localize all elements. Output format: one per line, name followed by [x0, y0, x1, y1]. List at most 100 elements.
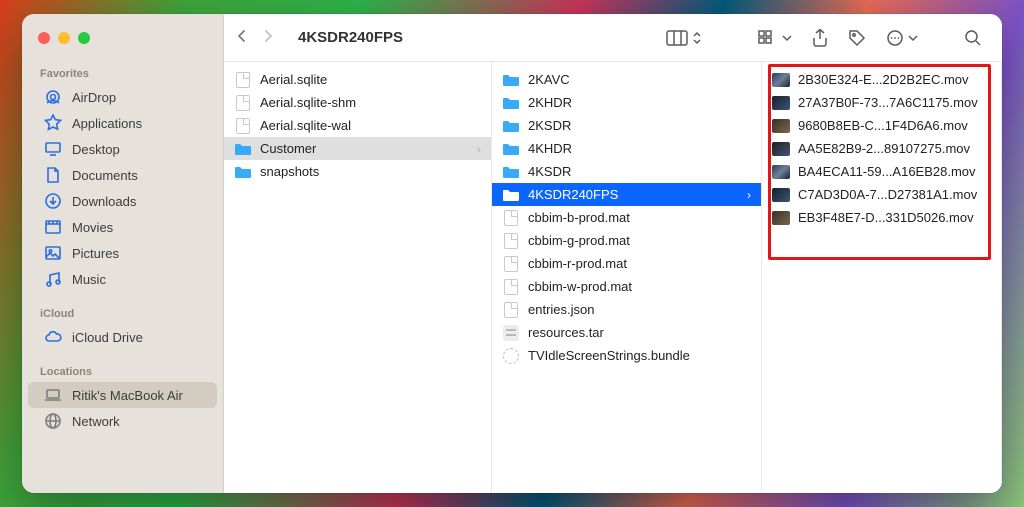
folder-icon: [502, 117, 520, 135]
list-item-label: EB3F48E7-D...331D5026.mov: [798, 210, 974, 225]
column-view: Aerial.sqlite Aerial.sqlite-shm Aerial.sql…: [224, 62, 1002, 493]
list-item[interactable]: Customer ›: [224, 137, 491, 160]
sidebar-section-title: iCloud: [22, 302, 223, 324]
list-item[interactable]: BA4ECA11-59...A16EB28.mov: [762, 160, 1001, 183]
list-item[interactable]: TVIdleScreenStrings.bundle: [492, 344, 761, 367]
video-thumb-icon: [772, 140, 790, 158]
list-item-label: cbbim-r-prod.mat: [528, 256, 627, 271]
main-area: 4KSDR240FPS: [224, 14, 1002, 493]
sidebar-item-movies[interactable]: Movies: [28, 214, 217, 240]
sidebar-section-title: Locations: [22, 360, 223, 382]
list-item[interactable]: EB3F48E7-D...331D5026.mov: [762, 206, 1001, 229]
list-item[interactable]: cbbim-r-prod.mat: [492, 252, 761, 275]
back-button[interactable]: [236, 30, 248, 45]
sidebar-item-desktop[interactable]: Desktop: [28, 136, 217, 162]
list-item-label: Customer: [260, 141, 316, 156]
sidebar-item-network[interactable]: Network: [28, 408, 217, 434]
list-item[interactable]: resources.tar: [492, 321, 761, 344]
list-item[interactable]: Aerial.sqlite-wal: [224, 114, 491, 137]
folder-icon: [502, 186, 520, 204]
sidebar-item-ritik-s-macbook-air[interactable]: Ritik's MacBook Air: [28, 382, 217, 408]
forward-button[interactable]: [262, 30, 274, 45]
file-icon: [502, 209, 520, 227]
list-item[interactable]: C7AD3D0A-7...D27381A1.mov: [762, 183, 1001, 206]
list-item[interactable]: 4KHDR: [492, 137, 761, 160]
sidebar-item-label: iCloud Drive: [72, 330, 143, 345]
list-item-label: cbbim-w-prod.mat: [528, 279, 632, 294]
list-item-label: Aerial.sqlite: [260, 72, 327, 87]
sidebar-item-label: Applications: [72, 116, 142, 131]
list-item[interactable]: 2B30E324-E...2D2B2EC.mov: [762, 68, 1001, 91]
minimize-window-button[interactable]: [58, 32, 70, 44]
action-menu-button[interactable]: [880, 25, 924, 51]
list-item[interactable]: 4KSDR240FPS›: [492, 183, 761, 206]
video-thumb-icon: [772, 209, 790, 227]
close-window-button[interactable]: [38, 32, 50, 44]
sidebar-item-label: Desktop: [72, 142, 120, 157]
tags-button[interactable]: [842, 25, 872, 51]
list-item-label: 2KSDR: [528, 118, 571, 133]
folder-icon: [502, 71, 520, 89]
music-icon: [44, 270, 62, 288]
documents-icon: [44, 166, 62, 184]
video-thumb-icon: [772, 117, 790, 135]
list-item-label: 4KHDR: [528, 141, 572, 156]
sidebar-item-applications[interactable]: Applications: [28, 110, 217, 136]
sidebar-item-label: Music: [72, 272, 106, 287]
list-item[interactable]: 2KAVC: [492, 68, 761, 91]
file-icon: [234, 117, 252, 135]
group-by-button[interactable]: [752, 26, 798, 50]
list-item[interactable]: 27A37B0F-73...7A6C1175.mov: [762, 91, 1001, 114]
file-icon: [502, 255, 520, 273]
list-item-label: Aerial.sqlite-wal: [260, 118, 351, 133]
sidebar-item-icloud-drive[interactable]: iCloud Drive: [28, 324, 217, 350]
folder-icon: [502, 94, 520, 112]
sidebar-item-pictures[interactable]: Pictures: [28, 240, 217, 266]
column-2[interactable]: 2KAVC2KHDR2KSDR4KHDR4KSDR4KSDR240FPS›cbb…: [492, 62, 762, 493]
list-item-label: 27A37B0F-73...7A6C1175.mov: [798, 95, 978, 110]
share-button[interactable]: [806, 25, 834, 51]
column-1[interactable]: Aerial.sqlite Aerial.sqlite-shm Aerial.sql…: [224, 62, 492, 493]
pictures-icon: [44, 244, 62, 262]
bundle-icon: [502, 347, 520, 365]
network-icon: [44, 412, 62, 430]
list-item[interactable]: Aerial.sqlite: [224, 68, 491, 91]
finder-window: FavoritesAirDropApplicationsDesktopDocum…: [22, 14, 1002, 493]
list-item-label: 2KAVC: [528, 72, 570, 87]
list-item[interactable]: 2KHDR: [492, 91, 761, 114]
list-item-label: 4KSDR: [528, 164, 571, 179]
fullscreen-window-button[interactable]: [78, 32, 90, 44]
list-item[interactable]: 9680B8EB-C...1F4D6A6.mov: [762, 114, 1001, 137]
window-title: 4KSDR240FPS: [298, 29, 403, 46]
chevron-right-icon: ›: [477, 142, 481, 156]
list-item-label: cbbim-g-prod.mat: [528, 233, 630, 248]
sidebar-item-downloads[interactable]: Downloads: [28, 188, 217, 214]
column-3[interactable]: 2B30E324-E...2D2B2EC.mov 27A37B0F-73...7A…: [762, 62, 1002, 493]
list-item[interactable]: snapshots: [224, 160, 491, 183]
list-item[interactable]: Aerial.sqlite-shm: [224, 91, 491, 114]
desktop-icon: [44, 140, 62, 158]
list-item[interactable]: AA5E82B9-2...89107275.mov: [762, 137, 1001, 160]
video-thumb-icon: [772, 71, 790, 89]
list-item[interactable]: 4KSDR: [492, 160, 761, 183]
file-icon: [502, 301, 520, 319]
sidebar: FavoritesAirDropApplicationsDesktopDocum…: [22, 14, 224, 493]
list-item[interactable]: 2KSDR: [492, 114, 761, 137]
file-icon: [234, 71, 252, 89]
list-item[interactable]: cbbim-w-prod.mat: [492, 275, 761, 298]
list-item[interactable]: entries.json: [492, 298, 761, 321]
search-button[interactable]: [958, 25, 988, 51]
window-controls: [22, 28, 223, 62]
list-item[interactable]: cbbim-g-prod.mat: [492, 229, 761, 252]
list-item[interactable]: cbbim-b-prod.mat: [492, 206, 761, 229]
sidebar-item-label: Pictures: [72, 246, 119, 261]
file-icon: [502, 232, 520, 250]
list-item-label: snapshots: [260, 164, 319, 179]
list-item-label: Aerial.sqlite-shm: [260, 95, 356, 110]
sidebar-item-airdrop[interactable]: AirDrop: [28, 84, 217, 110]
file-icon: [502, 278, 520, 296]
sidebar-item-music[interactable]: Music: [28, 266, 217, 292]
sidebar-item-documents[interactable]: Documents: [28, 162, 217, 188]
video-thumb-icon: [772, 186, 790, 204]
view-columns-button[interactable]: [660, 26, 708, 50]
